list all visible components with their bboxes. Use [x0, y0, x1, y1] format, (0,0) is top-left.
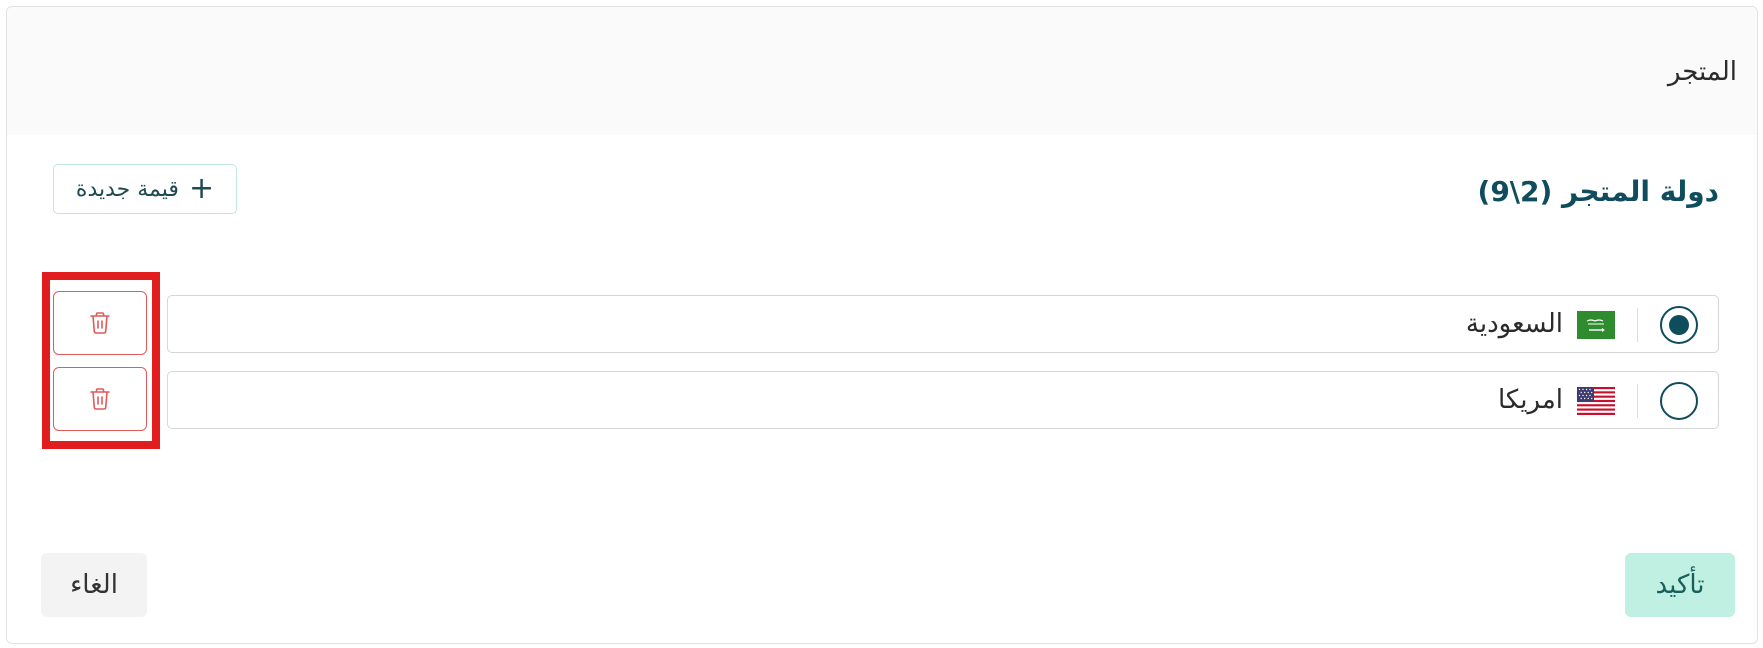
option-label-usa: امريكا: [1497, 385, 1563, 415]
country-option-saudi[interactable]: السعودية: [167, 295, 1719, 353]
add-new-value-button[interactable]: + قيمة جديدة: [53, 164, 237, 214]
trash-icon: [90, 312, 110, 334]
option-label-saudi: السعودية: [1465, 309, 1563, 339]
plus-icon: +: [188, 171, 215, 206]
divider: [1637, 384, 1638, 418]
modal-header: المتجر: [7, 7, 1757, 135]
delete-button-saudi[interactable]: [53, 291, 147, 355]
confirm-button[interactable]: تأكيد: [1625, 553, 1735, 617]
modal-title: المتجر: [1667, 57, 1737, 87]
store-modal: المتجر دولة المتجر (2\9) + قيمة جديدة ال…: [6, 6, 1758, 644]
radio-saudi[interactable]: [1660, 306, 1698, 344]
cancel-button[interactable]: الغاء: [41, 553, 147, 617]
divider: [1637, 308, 1638, 342]
trash-icon: [90, 388, 110, 410]
delete-button-usa[interactable]: [53, 367, 147, 431]
saudi-flag-icon: [1577, 311, 1615, 339]
store-country-title: دولة المتجر (2\9): [1477, 175, 1719, 208]
add-new-value-label: قيمة جديدة: [75, 176, 179, 202]
country-option-usa[interactable]: امريكا: [167, 371, 1719, 429]
usa-flag-icon: [1577, 387, 1615, 415]
radio-usa[interactable]: [1660, 382, 1698, 420]
radio-selected-dot: [1669, 315, 1689, 335]
